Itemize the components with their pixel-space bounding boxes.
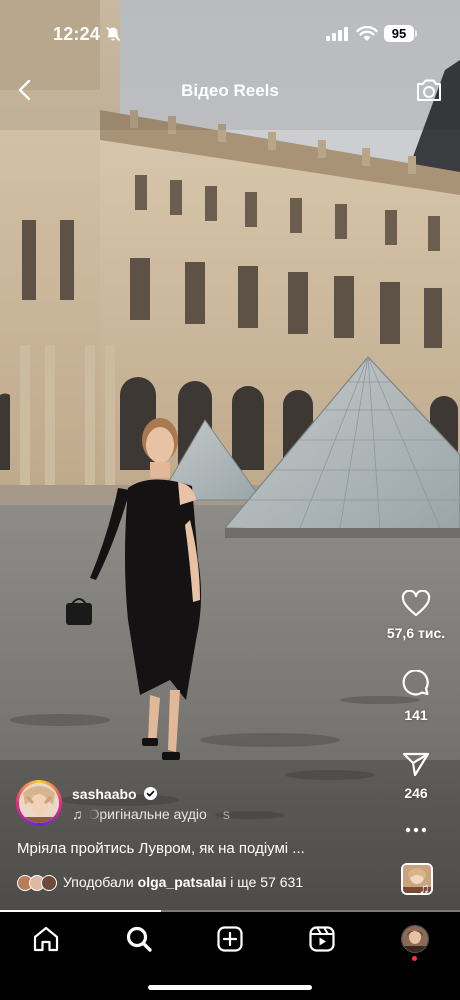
like-count: 57,6 тис. [386, 625, 446, 641]
search-icon[interactable] [124, 924, 154, 954]
battery-tip [415, 30, 417, 37]
comment-count: 141 [404, 707, 428, 723]
profile-avatar[interactable] [401, 925, 429, 953]
create-icon[interactable] [215, 924, 245, 954]
cellular-signal-icon [326, 27, 348, 41]
post-caption[interactable]: Мріяла пройтись Лувром, як на подіумі ..… [17, 840, 305, 857]
notification-dot [412, 956, 417, 961]
share-button[interactable]: 246 [376, 750, 456, 801]
bell-off-icon [106, 26, 121, 42]
liker-avatars [17, 875, 59, 891]
reels-icon[interactable] [307, 924, 337, 954]
liked-by-user[interactable]: olga_patsalai [138, 874, 227, 890]
verified-badge-icon [143, 786, 158, 801]
audio-label-next: s [222, 806, 230, 822]
avatar-image [19, 783, 59, 823]
liked-by-line[interactable]: Уподобали olga_patsalai і ще 57 631 [17, 874, 304, 891]
author-username[interactable]: sashaabo [72, 786, 137, 802]
page-title: Відео Reels [181, 81, 279, 100]
reels-screen: 12:24 95 Відео Reels 57,6 тис. 141 246 ♫… [0, 0, 460, 1000]
avatar [19, 783, 59, 823]
home-icon[interactable] [31, 924, 61, 954]
liked-by-prefix: Уподобали [63, 874, 138, 890]
audio-attribution[interactable]: ♫ Оригінальне аудіо s [72, 806, 230, 822]
more-icon[interactable] [404, 826, 428, 834]
music-note-icon: ♫ [72, 806, 83, 822]
send-icon [402, 752, 430, 777]
battery-icon: 95 [384, 25, 414, 42]
status-time: 12:24 [53, 24, 101, 44]
profile-avatar-image [402, 926, 428, 952]
wifi-icon [356, 25, 378, 41]
music-note-icon: ♫ [419, 880, 430, 896]
heart-icon [401, 590, 431, 617]
audio-label: Оригінальне аудіо [88, 806, 207, 822]
comment-button[interactable]: 141 [376, 670, 456, 723]
share-count: 246 [404, 785, 428, 801]
home-indicator [148, 985, 312, 990]
status-bar: 12:24 95 [0, 0, 460, 64]
liker-avatar [41, 875, 57, 891]
author-avatar[interactable] [16, 780, 62, 826]
liked-by-suffix: і ще 57 631 [226, 874, 304, 890]
comment-icon [402, 670, 429, 696]
like-button[interactable]: 57,6 тис. [376, 590, 456, 641]
camera-icon[interactable] [415, 77, 443, 103]
